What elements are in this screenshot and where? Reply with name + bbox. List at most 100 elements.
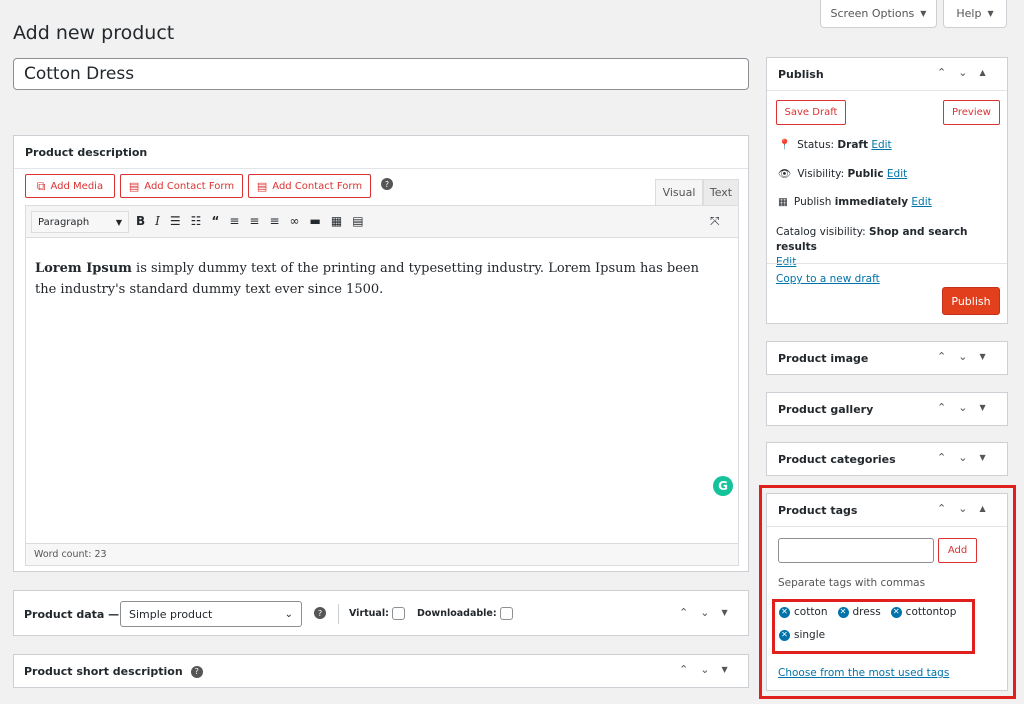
visibility-edit-link[interactable]: Edit: [887, 168, 907, 180]
editor-bold-text: Lorem Ipsum: [35, 261, 132, 276]
product-type-value: Simple product: [129, 607, 213, 621]
form-icon[interactable]: ▤: [352, 214, 363, 228]
publish-heading: Publish: [778, 68, 824, 81]
help-icon[interactable]: ?: [381, 178, 393, 190]
move-up-icon[interactable]: ⌃: [679, 606, 688, 619]
product-gallery-heading: Product gallery: [778, 403, 874, 416]
toggle-panel-icon[interactable]: ▼: [721, 665, 727, 674]
media-icon: ⧉: [36, 178, 46, 193]
blockquote-icon[interactable]: “: [211, 214, 219, 228]
downloadable-label: Downloadable:: [417, 608, 497, 619]
move-up-icon[interactable]: ⌃: [679, 663, 688, 676]
toggle-panel-icon[interactable]: ▼: [979, 453, 985, 462]
highlight-frame-tags: [772, 599, 975, 654]
tab-text-label: Text: [709, 186, 733, 199]
move-up-icon[interactable]: ⌃: [937, 66, 946, 79]
publish-when-value: immediately: [834, 196, 909, 208]
move-up-icon[interactable]: ⌃: [937, 401, 946, 414]
product-categories-panel: Product categories ⌃ ⌄ ▼: [766, 442, 1008, 476]
status-edit-link[interactable]: Edit: [871, 139, 891, 151]
product-description-heading: Product description: [25, 146, 148, 159]
tab-text[interactable]: Text: [703, 179, 739, 205]
eye-icon: 👁: [778, 168, 792, 180]
product-description-panel: Product description ⧉ Add Media ▤ Add Co…: [13, 135, 749, 572]
form-icon: ▤: [256, 179, 268, 193]
move-down-icon[interactable]: ⌄: [700, 606, 709, 619]
italic-icon[interactable]: I: [155, 214, 160, 228]
toggle-panel-icon[interactable]: ▼: [979, 352, 985, 361]
page-title: Add new product: [13, 22, 175, 44]
caret-down-icon: ▼: [115, 217, 122, 227]
visibility-label: Visibility:: [797, 167, 848, 180]
virtual-checkbox[interactable]: [391, 607, 405, 620]
bullet-list-icon[interactable]: ☰: [170, 214, 181, 228]
editor-frame: Paragraph ▼ B I ☰ ☷ “ ≡ ≡ ≡ ∞ ▬ ▦ ▤ ⤧ Lo…: [25, 205, 739, 566]
publish-button[interactable]: Publish: [942, 287, 1000, 315]
status-value: Draft: [837, 138, 868, 151]
product-image-heading: Product image: [778, 352, 869, 365]
grammarly-icon[interactable]: G: [713, 476, 733, 496]
publish-when-label: Publish: [793, 196, 835, 208]
calendar-icon: ▦: [778, 196, 788, 208]
add-contact-form-label: Add Contact Form: [272, 180, 363, 192]
downloadable-checkbox[interactable]: [499, 607, 513, 620]
fullscreen-icon[interactable]: ⤧: [710, 214, 720, 229]
align-left-icon[interactable]: ≡: [229, 214, 239, 228]
numbered-list-icon[interactable]: ☷: [191, 214, 202, 228]
toggle-panel-icon[interactable]: ▼: [721, 608, 727, 617]
save-draft-label: Save Draft: [784, 107, 838, 118]
align-center-icon[interactable]: ≡: [249, 214, 259, 228]
toggle-panel-icon[interactable]: ▲: [979, 68, 985, 77]
editor-content[interactable]: Lorem Ipsum is simply dummy text of the …: [35, 258, 715, 300]
tab-visual[interactable]: Visual: [655, 179, 703, 205]
word-count-label: Word count: 23: [34, 549, 107, 560]
add-media-button[interactable]: ⧉ Add Media: [25, 174, 115, 198]
align-right-icon[interactable]: ≡: [269, 214, 279, 228]
move-up-icon[interactable]: ⌃: [937, 451, 946, 464]
help-icon[interactable]: ?: [314, 607, 326, 619]
move-down-icon[interactable]: ⌄: [958, 451, 967, 464]
help-button[interactable]: Help ▼: [943, 0, 1007, 28]
short-description-heading: Product short description: [24, 665, 183, 678]
product-type-select[interactable]: Simple product ⌄: [120, 601, 302, 627]
move-down-icon[interactable]: ⌄: [958, 66, 967, 79]
bold-icon[interactable]: B: [136, 214, 145, 228]
product-title-input[interactable]: Cotton Dress: [13, 58, 749, 90]
copy-to-draft-link[interactable]: Copy to a new draft: [776, 273, 880, 285]
format-select-value: Paragraph: [38, 216, 90, 228]
product-data-panel: Product data — Simple product ⌄ ? Virtua…: [13, 590, 749, 636]
add-contact-form-button[interactable]: ▤ Add Contact Form: [120, 174, 243, 198]
read-more-icon[interactable]: ▬: [310, 214, 321, 228]
caret-down-icon: ▼: [987, 9, 994, 18]
add-media-label: Add Media: [50, 180, 104, 192]
schedule-row: ▦ Publish immediately Edit: [778, 196, 932, 208]
caret-down-icon: ▼: [920, 9, 927, 18]
catalog-edit-link[interactable]: Edit: [776, 256, 796, 268]
move-down-icon[interactable]: ⌄: [700, 663, 709, 676]
product-data-label: Product data —: [24, 608, 120, 621]
format-select[interactable]: Paragraph ▼: [31, 211, 129, 233]
editor-toolbar: Paragraph ▼ B I ☰ ☷ “ ≡ ≡ ≡ ∞ ▬ ▦ ▤ ⤧: [26, 206, 738, 238]
catalog-visibility-label: Catalog visibility:: [776, 226, 870, 238]
move-down-icon[interactable]: ⌄: [958, 350, 967, 363]
add-contact-form-button-2[interactable]: ▤ Add Contact Form: [248, 174, 371, 198]
visibility-value: Public: [847, 167, 884, 180]
add-contact-form-label: Add Contact Form: [144, 180, 235, 192]
screen-options-button[interactable]: Screen Options ▼: [820, 0, 937, 28]
publish-button-label: Publish: [951, 294, 991, 308]
toolbar-toggle-icon[interactable]: ▦: [331, 214, 342, 228]
toggle-panel-icon[interactable]: ▼: [979, 403, 985, 412]
link-icon[interactable]: ∞: [290, 214, 300, 228]
virtual-label: Virtual:: [349, 608, 389, 619]
schedule-edit-link[interactable]: Edit: [911, 196, 931, 208]
save-draft-button[interactable]: Save Draft: [776, 100, 846, 125]
help-label: Help: [956, 7, 982, 20]
move-down-icon[interactable]: ⌄: [958, 401, 967, 414]
product-categories-heading: Product categories: [778, 453, 896, 466]
word-count: Word count: 23: [26, 543, 738, 565]
chevron-down-icon: ⌄: [284, 608, 293, 620]
preview-button[interactable]: Preview: [943, 100, 1000, 125]
move-up-icon[interactable]: ⌃: [937, 350, 946, 363]
publish-panel: Publish ⌃ ⌄ ▲ Save Draft Preview 📍 Statu…: [766, 57, 1008, 324]
help-icon[interactable]: ?: [190, 665, 203, 678]
